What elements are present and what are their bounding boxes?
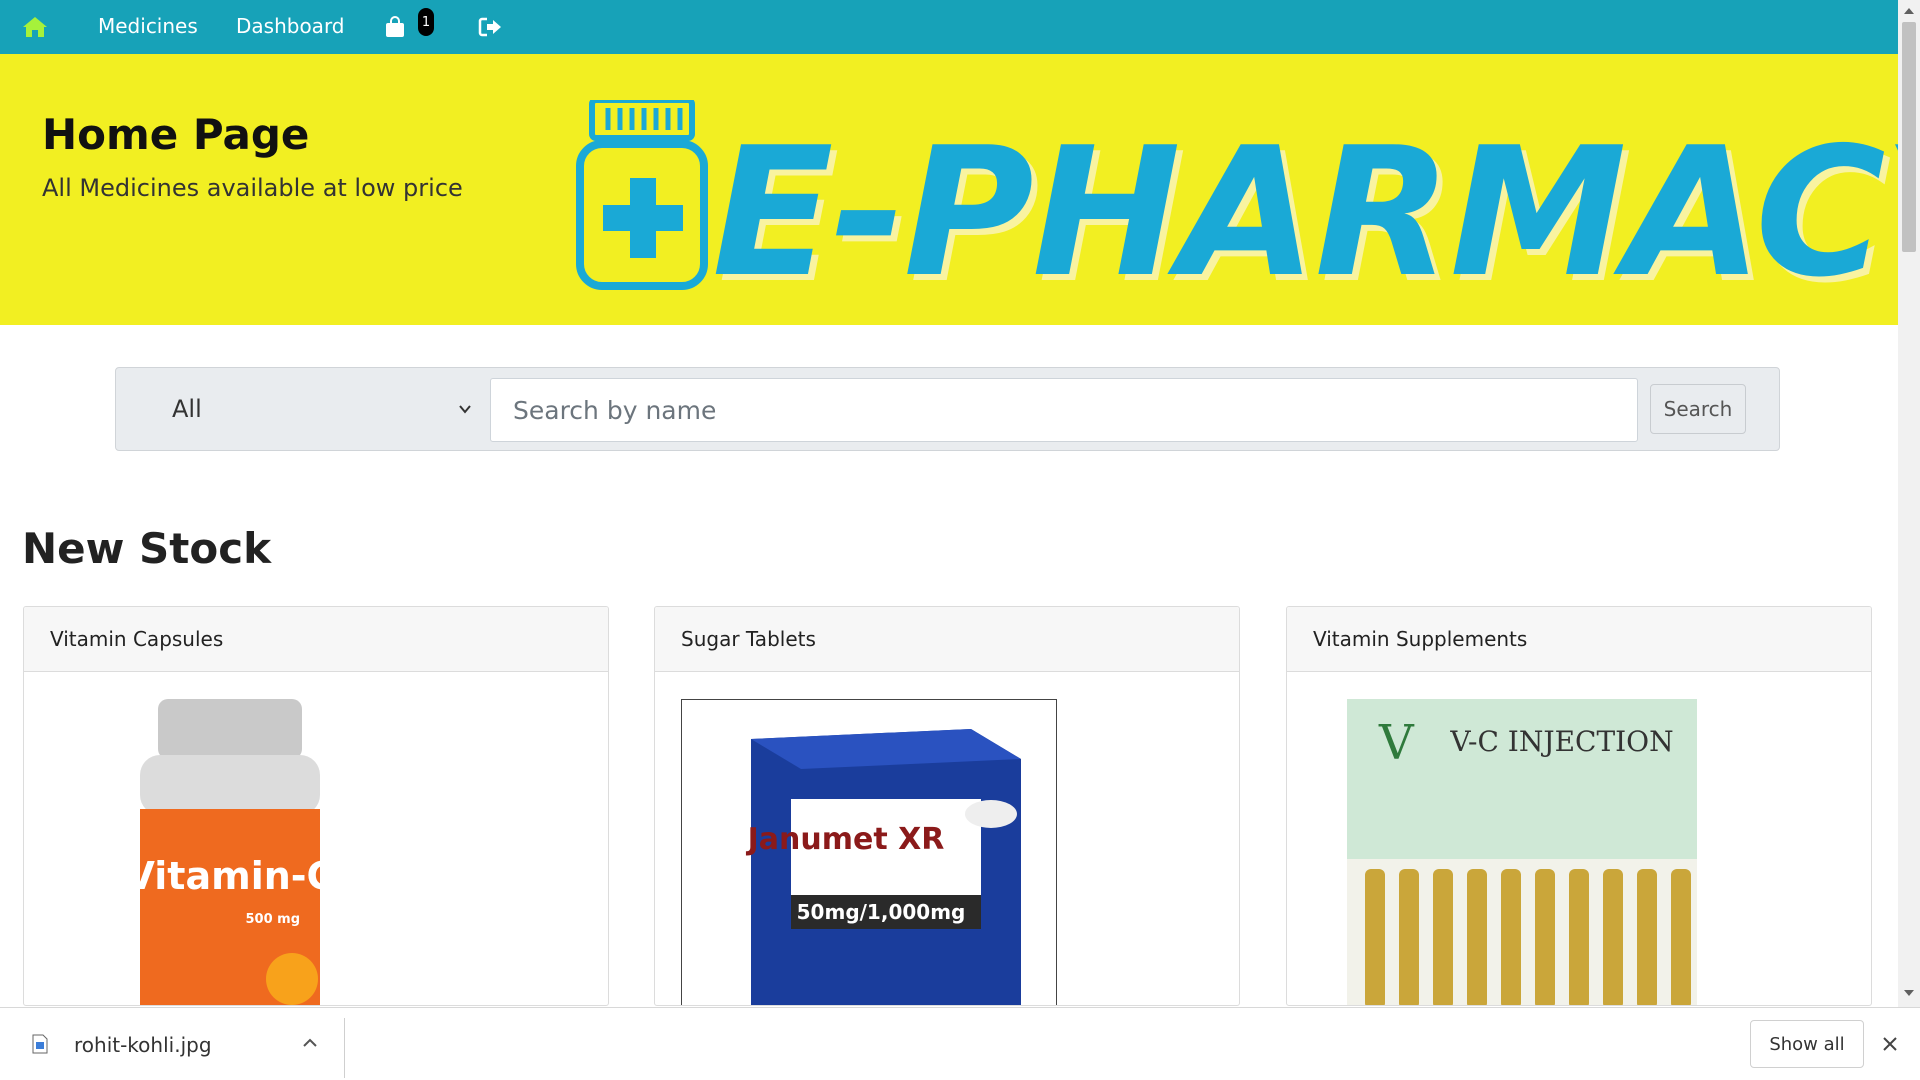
shopping-bag-icon[interactable] <box>385 16 405 38</box>
product-dose-text: 50mg/1,000mg <box>797 900 966 924</box>
image-file-icon <box>32 1034 48 1054</box>
product-label-text: Janumet XR <box>746 822 945 857</box>
product-label-text: V-C INJECTION <box>1449 725 1673 758</box>
brand-wordmark: E-PHARMACY <box>712 109 1920 316</box>
page-title: Home Page <box>42 110 310 159</box>
product-card[interactable]: Vitamin Capsules Vitamin-C 500 mg <box>23 606 609 1006</box>
scrollbar-thumb[interactable] <box>1902 22 1916 252</box>
product-card[interactable]: Vitamin Supplements V V-C INJECTION <box>1286 606 1872 1006</box>
home-icon[interactable] <box>22 15 48 39</box>
download-item-filename[interactable]: rohit-kohli.jpg <box>74 1033 212 1057</box>
product-card-title: Vitamin Capsules <box>24 607 608 672</box>
product-dose-text: 500 mg <box>245 912 300 927</box>
close-icon[interactable] <box>1882 1036 1898 1052</box>
product-card[interactable]: Sugar Tablets Janumet XR 50mg/1,000mg <box>654 606 1240 1006</box>
chevron-down-icon <box>459 405 471 414</box>
product-image-vitamin-capsules[interactable]: Vitamin-C 500 mg <box>120 699 340 1006</box>
show-all-downloads-button[interactable]: Show all <box>1750 1020 1864 1068</box>
search-bar: All Search <box>115 367 1780 451</box>
category-select[interactable]: All <box>126 378 496 440</box>
logout-icon[interactable] <box>478 16 502 38</box>
product-card-title: Vitamin Supplements <box>1287 607 1871 672</box>
section-title-new-stock: New Stock <box>22 524 272 573</box>
product-image-sugar-tablets[interactable]: Janumet XR 50mg/1,000mg <box>681 699 1057 1006</box>
page-subtitle: All Medicines available at low price <box>42 174 463 202</box>
top-navbar: Medicines Dashboard 1 <box>0 0 1898 54</box>
divider <box>344 1018 345 1078</box>
svg-text:V: V <box>1378 715 1415 771</box>
product-image-vitamin-supplements[interactable]: V V-C INJECTION <box>1337 699 1717 1006</box>
page-scrollbar[interactable] <box>1898 0 1920 1007</box>
scroll-up-arrow-icon[interactable] <box>1904 8 1914 14</box>
search-input[interactable] <box>490 378 1638 442</box>
scroll-down-arrow-icon[interactable] <box>1904 990 1914 996</box>
chevron-up-icon[interactable] <box>302 1036 318 1050</box>
product-label-text: Vitamin-C <box>126 854 335 898</box>
category-selected-value: All <box>172 395 202 423</box>
nav-link-medicines[interactable]: Medicines <box>98 14 198 38</box>
hero-banner: Home Page All Medicines available at low… <box>0 54 1920 325</box>
cart-count-badge: 1 <box>418 8 434 36</box>
download-shelf: rohit-kohli.jpg Show all <box>0 1007 1920 1080</box>
nav-link-dashboard[interactable]: Dashboard <box>236 14 345 38</box>
search-button[interactable]: Search <box>1650 384 1746 434</box>
product-card-title: Sugar Tablets <box>655 607 1239 672</box>
